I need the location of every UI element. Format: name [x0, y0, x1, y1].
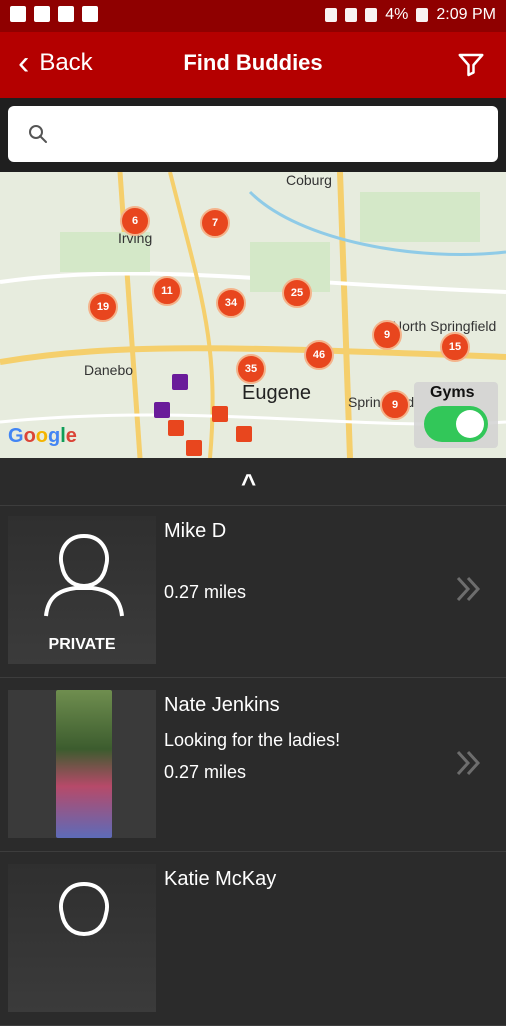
map-cluster[interactable]: 46 [304, 340, 334, 370]
private-avatar-icon [44, 533, 124, 617]
gyms-switch[interactable] [424, 406, 488, 442]
gallery-icon [58, 6, 74, 22]
map-marker[interactable] [168, 420, 184, 436]
page-title: Find Buddies [183, 50, 323, 75]
status-left [10, 6, 98, 22]
status-right: 4% 2:09 PM [325, 6, 496, 24]
list-item[interactable]: PRIVATE Mike D 0.27 miles [0, 506, 506, 678]
map-marker[interactable] [154, 402, 170, 418]
map-marker[interactable] [212, 406, 228, 422]
wifi-icon [82, 6, 98, 22]
app-bar: ‹ Back Find Buddies [0, 32, 506, 98]
map-cluster[interactable]: 15 [440, 332, 470, 362]
battery-icon [416, 8, 429, 22]
buddy-name: Mike D [164, 520, 227, 542]
search-container [0, 98, 506, 172]
mute-icon [345, 8, 358, 22]
map-marker[interactable] [172, 374, 188, 390]
avatar: PRIVATE [8, 516, 156, 664]
map-cluster[interactable]: 34 [216, 288, 246, 318]
map-cluster[interactable]: 6 [120, 206, 150, 236]
search-icon [29, 125, 47, 143]
search-input[interactable] [64, 116, 484, 152]
buddy-tagline: Looking for the ladies! [164, 730, 341, 750]
buddy-name: Katie McKay [164, 868, 277, 890]
map-cluster[interactable]: 7 [200, 208, 230, 238]
gyms-toggle-container[interactable]: Gyms [414, 382, 498, 448]
switch-knob [456, 410, 484, 438]
map-cluster[interactable]: 19 [88, 292, 118, 322]
double-chevron-right-icon[interactable] [452, 572, 486, 606]
gyms-label: Gyms [430, 384, 475, 401]
buddy-distance: 0.27 miles [164, 582, 247, 602]
map-label: Danebo [84, 362, 134, 378]
collapse-bar[interactable]: ^ [0, 458, 506, 506]
buddy-name: Nate Jenkins [164, 694, 280, 716]
map-label: North Springfield [392, 318, 497, 334]
map-cluster[interactable]: 35 [236, 354, 266, 384]
private-label: PRIVATE [48, 636, 116, 653]
profile-photo [56, 690, 112, 838]
google-logo: Google [8, 425, 77, 447]
filter-icon[interactable] [456, 50, 486, 80]
list-item[interactable]: Katie McKay [0, 854, 506, 1026]
double-chevron-right-icon[interactable] [452, 746, 486, 780]
map-view[interactable]: Coburg Irving Danebo Eugene Springfield … [0, 172, 506, 458]
buddy-distance: 0.27 miles [164, 762, 247, 782]
buddy-list: PRIVATE Mike D 0.27 miles Nate Jenkins L… [0, 506, 506, 1026]
search-box[interactable] [8, 106, 498, 162]
caret-up-icon[interactable]: ^ [241, 468, 256, 499]
map-marker[interactable] [236, 426, 252, 442]
image-icon [34, 6, 50, 22]
alert-icon [10, 6, 26, 22]
avatar [8, 690, 156, 838]
status-time: 2:09 PM [436, 6, 496, 23]
map-cluster[interactable]: 25 [282, 278, 312, 308]
signal-icon [365, 8, 378, 22]
location-icon [325, 8, 338, 22]
map-marker[interactable] [186, 440, 202, 456]
battery-text: 4% [385, 6, 409, 23]
private-avatar-icon [59, 881, 109, 937]
map-cluster[interactable]: 9 [372, 320, 402, 350]
avatar [8, 864, 156, 1012]
status-bar: 4% 2:09 PM [0, 0, 506, 32]
list-item[interactable]: Nate Jenkins Looking for the ladies! 0.2… [0, 680, 506, 852]
map-cluster[interactable]: 11 [152, 276, 182, 306]
map-label: Coburg [286, 172, 332, 188]
map-label: Eugene [242, 382, 311, 404]
map-cluster[interactable]: 9 [380, 390, 410, 420]
